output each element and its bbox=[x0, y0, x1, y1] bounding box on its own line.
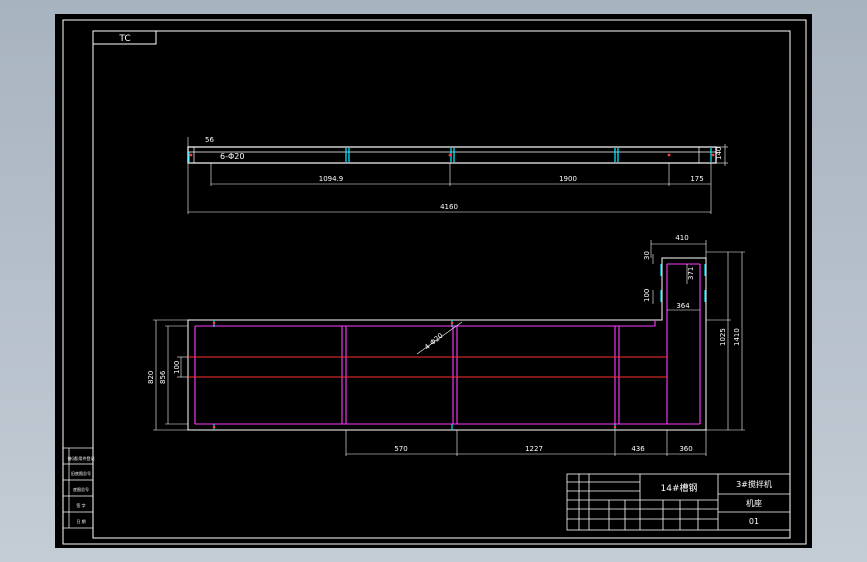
plan-right-dim-2: 1410 bbox=[733, 328, 741, 346]
ext-dim-410: 410 bbox=[675, 234, 688, 242]
plan-bottom-dim-1: 570 bbox=[394, 445, 407, 453]
ext-dim-371: 371 bbox=[687, 267, 695, 280]
plan-view: 4-Φ20 820 856 100 570 1227 436 360 1025 … bbox=[147, 234, 745, 456]
top-view: 56 6-Φ20 140 1094.9 1900 175 4160 bbox=[187, 136, 728, 214]
plan-left-dim-3: 100 bbox=[173, 361, 181, 374]
title-part-name: 14#槽钢 bbox=[661, 482, 698, 494]
top-dim-2: 1900 bbox=[559, 175, 577, 183]
ext-dim-30: 30 bbox=[643, 251, 651, 260]
side-label-3: 底图总号 bbox=[73, 486, 89, 492]
side-label-2: 旧底图总号 bbox=[71, 470, 91, 476]
title-sub-name: 机座 bbox=[746, 498, 762, 508]
top-dim-1: 1094.9 bbox=[319, 175, 344, 183]
holes-label: 6-Φ20 bbox=[220, 152, 244, 161]
plan-bottom-dim-3: 436 bbox=[631, 445, 645, 453]
outer-frame bbox=[62, 19, 807, 545]
plan-bottom-dim-4: 360 bbox=[679, 445, 692, 453]
top-dim-3: 175 bbox=[690, 175, 703, 183]
inner-frame bbox=[92, 30, 791, 539]
title-machine-name: 3#搅拌机 bbox=[736, 479, 772, 489]
top-left-label: 56 bbox=[205, 136, 214, 144]
top-overall-dim: 4160 bbox=[440, 203, 458, 211]
top-view-beam bbox=[187, 146, 717, 164]
plan-bottom-dim-2: 1227 bbox=[525, 445, 543, 453]
side-label-4: 签 字 bbox=[76, 502, 85, 508]
plan-right-dim-1: 1025 bbox=[719, 328, 727, 346]
side-label-5: 日 期 bbox=[76, 518, 85, 524]
cad-drawing: TC 56 6-Φ20 140 1094.9 1900 175 4160 4-Φ… bbox=[62, 19, 807, 545]
title-sheet-no: 01 bbox=[749, 517, 759, 526]
plan-diag-label: 4-Φ20 bbox=[423, 332, 445, 352]
plan-left-dim-1: 820 bbox=[147, 371, 155, 384]
ext-dim-364: 364 bbox=[676, 302, 690, 310]
plan-left-dim-2: 856 bbox=[159, 370, 167, 384]
corner-code: TC bbox=[118, 34, 130, 44]
drawing-sheet: TC 56 6-Φ20 140 1094.9 1900 175 4160 4-Φ… bbox=[55, 14, 812, 548]
ext-dim-100: 100 bbox=[643, 289, 651, 302]
side-label-1: 借(通)用件登记 bbox=[67, 455, 94, 461]
top-right-height: 140 bbox=[715, 147, 723, 160]
plan-frame-outline bbox=[187, 257, 707, 431]
